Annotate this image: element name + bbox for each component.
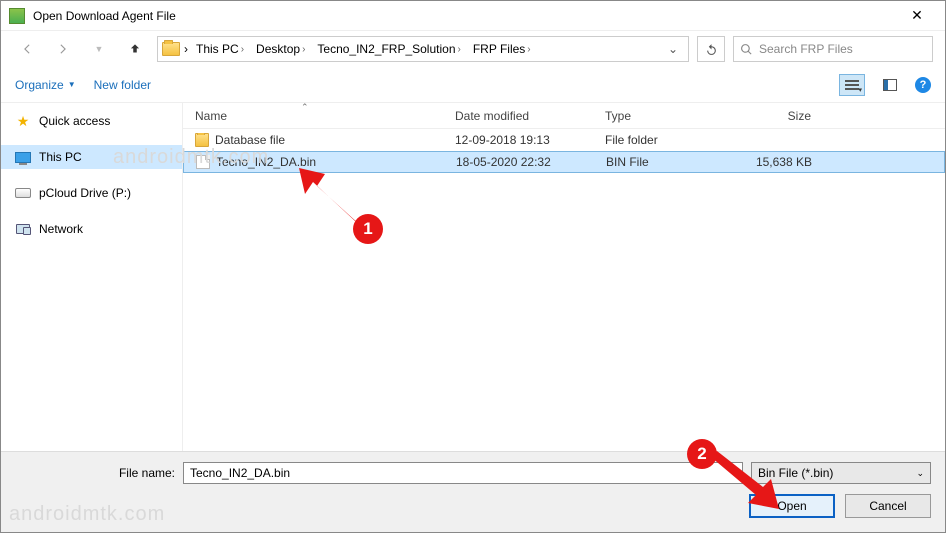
organize-menu[interactable]: Organize▼	[15, 78, 76, 92]
filetype-dropdown[interactable]: Bin File (*.bin)⌄	[751, 462, 931, 484]
help-button[interactable]: ?	[915, 77, 931, 93]
address-dropdown[interactable]: ⌄	[662, 42, 684, 56]
breadcrumb-item: Tecno_IN2_FRP_Solution›	[313, 38, 464, 60]
star-icon: ★	[15, 114, 31, 128]
file-row[interactable]: Database file 12-09-2018 19:13 File fold…	[183, 129, 945, 151]
up-button[interactable]	[121, 35, 149, 63]
search-input[interactable]: Search FRP Files	[733, 36, 933, 62]
sidebar-item-network[interactable]: Network	[1, 217, 182, 241]
col-date[interactable]: Date modified	[443, 109, 593, 123]
filename-label: File name:	[15, 466, 175, 480]
search-placeholder: Search FRP Files	[759, 42, 853, 56]
refresh-button[interactable]	[697, 36, 725, 62]
breadcrumb-item: Desktop›	[252, 38, 309, 60]
address-bar[interactable]: › This PC› Desktop› Tecno_IN2_FRP_Soluti…	[157, 36, 689, 62]
col-size[interactable]: Size	[723, 109, 823, 123]
pc-icon	[15, 152, 31, 163]
breadcrumb-item: FRP Files›	[469, 38, 535, 60]
drive-icon	[15, 188, 31, 198]
preview-pane-button[interactable]	[877, 74, 903, 96]
folder-icon	[195, 133, 209, 147]
recent-dropdown[interactable]: ▼	[85, 35, 113, 63]
open-button[interactable]: Open	[749, 494, 835, 518]
sidebar: ★ Quick access This PC pCloud Drive (P:)…	[1, 103, 183, 481]
sidebar-item-pcloud[interactable]: pCloud Drive (P:)	[1, 181, 182, 205]
file-icon	[196, 155, 210, 169]
cancel-button[interactable]: Cancel	[845, 494, 931, 518]
col-name[interactable]: Name	[183, 109, 443, 123]
view-options-button[interactable]: ▾	[839, 74, 865, 96]
window-title: Open Download Agent File	[33, 9, 897, 23]
chevron-icon: ›	[184, 42, 188, 56]
sidebar-item-this-pc[interactable]: This PC	[1, 145, 182, 169]
column-headers[interactable]: ⌃ Name Date modified Type Size	[183, 103, 945, 129]
breadcrumb-item: This PC›	[192, 38, 248, 60]
forward-button[interactable]	[49, 35, 77, 63]
file-row[interactable]: Tecno_IN2_DA.bin 18-05-2020 22:32 BIN Fi…	[183, 151, 945, 173]
back-button[interactable]	[13, 35, 41, 63]
sort-indicator-icon: ⌃	[301, 102, 309, 113]
close-button[interactable]: ✕	[897, 7, 937, 24]
new-folder-button[interactable]: New folder	[94, 78, 151, 92]
filename-input[interactable]	[183, 462, 743, 484]
col-type[interactable]: Type	[593, 109, 723, 123]
folder-icon	[162, 42, 180, 56]
network-icon	[16, 224, 30, 234]
sidebar-item-quick-access[interactable]: ★ Quick access	[1, 109, 182, 133]
app-icon	[9, 8, 25, 24]
